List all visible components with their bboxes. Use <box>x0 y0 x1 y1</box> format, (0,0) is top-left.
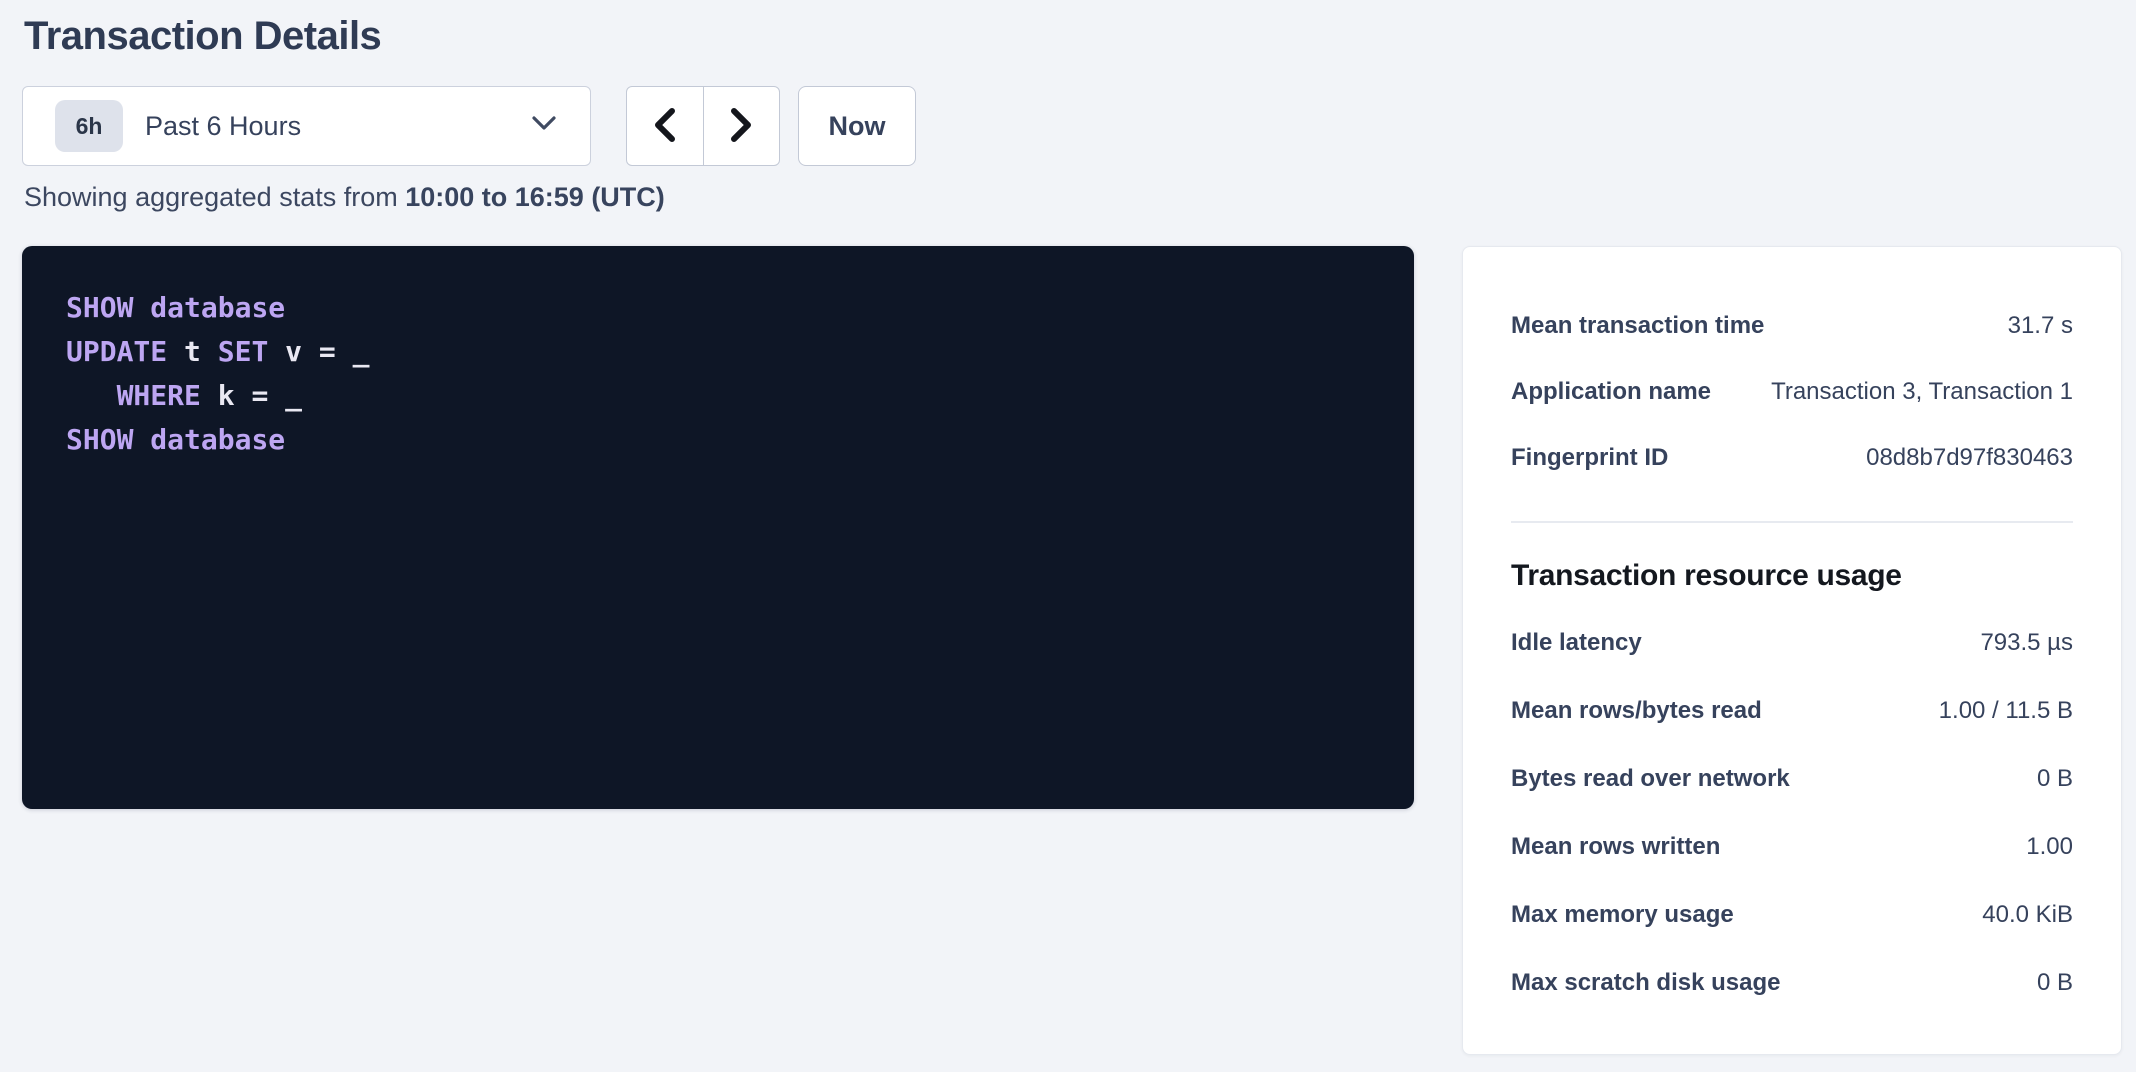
stat-value: 08d8b7d97f830463 <box>1866 444 2073 472</box>
stat-row: Mean rows written 1.00 <box>1511 813 2073 881</box>
stat-value: 31.7 s <box>2008 312 2073 340</box>
stat-value: 1.00 <box>2026 833 2073 861</box>
stat-row: Max memory usage 40.0 KiB <box>1511 881 2073 949</box>
chevron-down-icon <box>532 116 556 136</box>
sql-keyword-token: UPDATE <box>66 335 167 368</box>
stat-row: Max scratch disk usage 0 B <box>1511 949 2073 1017</box>
time-range-label: Past 6 Hours <box>145 111 301 142</box>
stat-label: Mean rows written <box>1511 833 1720 861</box>
stat-row: Application name Transaction 3, Transacti… <box>1511 359 2073 425</box>
stat-label: Max scratch disk usage <box>1511 969 1780 997</box>
sql-plain-token: v = _ <box>268 335 369 368</box>
sql-keyword-token: SHOW <box>66 423 133 456</box>
page-title: Transaction Details <box>24 14 381 59</box>
stat-label: Application name <box>1511 378 1711 406</box>
sql-statement-panel: SHOW databaseUPDATE t SET v = _ WHERE k … <box>22 246 1414 809</box>
stat-row: Mean transaction time 31.7 s <box>1511 293 2073 359</box>
sql-plain-token: k = _ <box>201 379 302 412</box>
stat-label: Mean transaction time <box>1511 312 1764 340</box>
sql-plain-token <box>133 291 150 324</box>
transaction-stats-card: Mean transaction time 31.7 s Application n… <box>1462 246 2122 1055</box>
stat-label: Bytes read over network <box>1511 765 1790 793</box>
stat-label: Mean rows/bytes read <box>1511 697 1762 725</box>
time-range-badge: 6h <box>55 100 123 152</box>
now-button[interactable]: Now <box>798 86 916 166</box>
stat-value: 40.0 KiB <box>1982 901 2073 929</box>
stat-row: Fingerprint ID 08d8b7d97f830463 <box>1511 425 2073 491</box>
time-nav-group <box>626 86 780 166</box>
stat-value: 0 B <box>2037 969 2073 997</box>
stat-value: Transaction 3, Transaction 1 <box>1771 378 2073 406</box>
sql-code-line: UPDATE t SET v = _ <box>66 330 1370 374</box>
stat-row: Bytes read over network 0 B <box>1511 745 2073 813</box>
stat-row: Idle latency 793.5 µs <box>1511 609 2073 677</box>
stat-row: Mean rows/bytes read 1.00 / 11.5 B <box>1511 677 2073 745</box>
sql-code-line: SHOW database <box>66 418 1370 462</box>
chevron-left-icon <box>654 108 676 145</box>
sql-keyword-token: WHERE <box>117 379 201 412</box>
stat-label: Fingerprint ID <box>1511 444 1668 472</box>
subtitle-range: 10:00 to 16:59 (UTC) <box>405 182 665 212</box>
sql-keyword-token: SET <box>218 335 269 368</box>
sql-code-line: WHERE k = _ <box>66 374 1370 418</box>
sql-keyword-token: SHOW <box>66 291 133 324</box>
stat-value: 793.5 µs <box>1980 629 2073 657</box>
resource-usage-heading: Transaction resource usage <box>1511 559 2073 593</box>
resource-usage-rows: Idle latency 793.5 µs Mean rows/bytes read… <box>1511 609 2073 1017</box>
chevron-right-icon <box>730 108 752 145</box>
sql-plain-token <box>133 423 150 456</box>
stat-label: Max memory usage <box>1511 901 1734 929</box>
sql-code-line: SHOW database <box>66 286 1370 330</box>
stat-label: Idle latency <box>1511 629 1642 657</box>
stat-value: 0 B <box>2037 765 2073 793</box>
subtitle-prefix: Showing aggregated stats from <box>24 182 405 212</box>
stat-value: 1.00 / 11.5 B <box>1939 697 2073 725</box>
sql-code: SHOW databaseUPDATE t SET v = _ WHERE k … <box>66 286 1370 462</box>
card-divider <box>1511 521 2073 523</box>
summary-rows: Mean transaction time 31.7 s Application n… <box>1511 293 2073 491</box>
aggregation-subtitle: Showing aggregated stats from 10:00 to 1… <box>24 182 665 213</box>
sql-plain-token <box>66 379 117 412</box>
next-range-button[interactable] <box>704 87 780 165</box>
prev-range-button[interactable] <box>627 87 704 165</box>
sql-keyword-token: database <box>150 423 285 456</box>
time-range-dropdown[interactable]: 6h Past 6 Hours <box>22 86 591 166</box>
sql-plain-token: t <box>167 335 218 368</box>
sql-keyword-token: database <box>150 291 285 324</box>
